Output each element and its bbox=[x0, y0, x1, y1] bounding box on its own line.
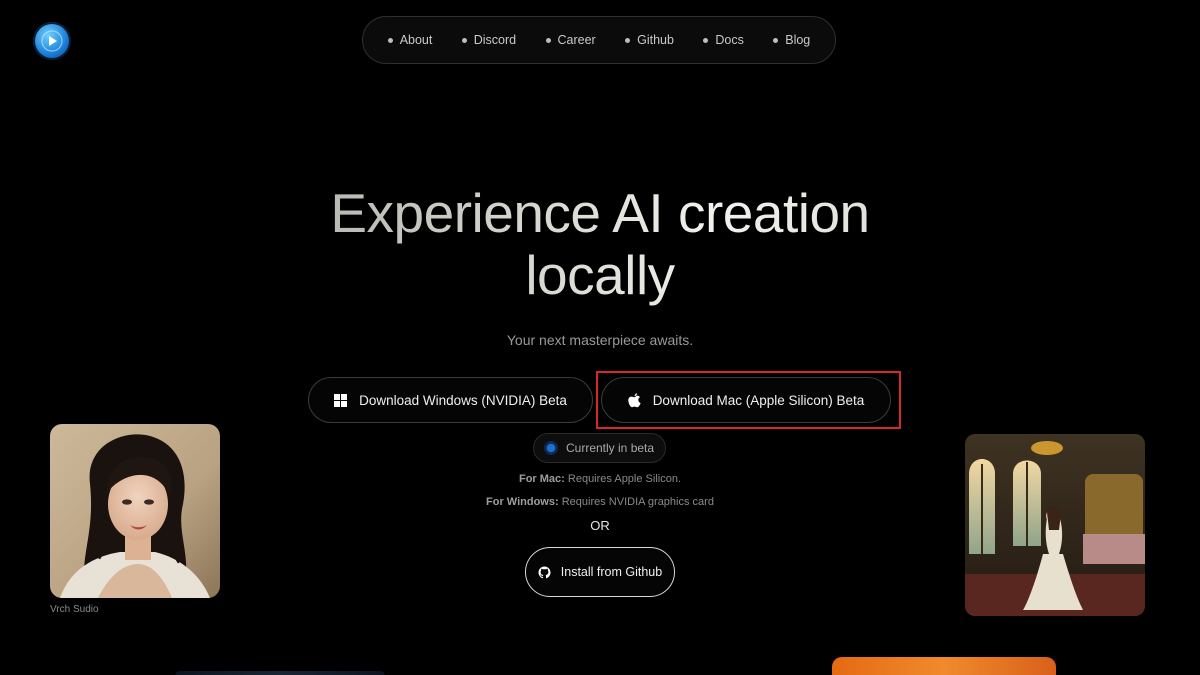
hero-subtitle: Your next masterpiece awaits. bbox=[506, 332, 694, 348]
nav-item-label: Discord bbox=[473, 33, 517, 47]
mac-requirement-prefix: For Mac: bbox=[518, 473, 565, 485]
download-windows-label: Download Windows (NVIDIA) Beta bbox=[359, 392, 567, 408]
nav-item-docs[interactable]: Docs bbox=[703, 33, 744, 47]
windows-requirement-text: Requires NVIDIA graphics card bbox=[558, 496, 714, 508]
nav-item-discord[interactable]: Discord bbox=[461, 33, 517, 47]
hero-title: Experience AI creation locally bbox=[0, 182, 1200, 306]
room-image bbox=[965, 434, 1145, 616]
nav-item-label: Blog bbox=[785, 33, 811, 47]
nav-item-about[interactable]: About bbox=[387, 33, 433, 47]
bullet-icon bbox=[625, 37, 631, 43]
portrait-caption: Vrch Sudio bbox=[50, 604, 99, 615]
bullet-icon bbox=[387, 37, 393, 43]
install-github-button[interactable]: Install from Github bbox=[525, 547, 675, 597]
nav-item-career[interactable]: Career bbox=[545, 33, 596, 47]
mac-requirement-text: Requires Apple Silicon. bbox=[564, 473, 682, 485]
bullet-icon bbox=[461, 37, 467, 43]
bullet-icon bbox=[703, 37, 709, 43]
nav-item-blog[interactable]: Blog bbox=[773, 33, 810, 47]
hero-title-line-1: Experience AI creation bbox=[330, 182, 870, 244]
apple-icon bbox=[627, 392, 641, 407]
hero-title-line-2: locally bbox=[525, 244, 675, 306]
github-icon bbox=[538, 566, 551, 578]
bullet-icon bbox=[545, 37, 551, 43]
nav-item-label: Docs bbox=[715, 33, 744, 47]
bottom-card-right bbox=[832, 657, 1056, 675]
download-mac-button[interactable]: Download Mac (Apple Silicon) Beta bbox=[601, 377, 891, 423]
beta-status-icon bbox=[544, 441, 558, 455]
portrait-image bbox=[50, 424, 220, 598]
nav-item-label: Github bbox=[637, 33, 674, 47]
beta-status-badge: Currently in beta bbox=[533, 433, 666, 463]
nav-item-label: Career bbox=[557, 33, 596, 47]
play-logo-icon[interactable] bbox=[33, 22, 71, 60]
install-github-label: Install from Github bbox=[560, 565, 663, 579]
top-nav: About Discord Career Github Docs Blog bbox=[362, 16, 836, 64]
bottom-card-left bbox=[175, 671, 385, 675]
nav-item-label: About bbox=[399, 33, 433, 47]
download-windows-button[interactable]: Download Windows (NVIDIA) Beta bbox=[308, 377, 593, 423]
beta-status-label: Currently in beta bbox=[566, 441, 655, 455]
windows-icon bbox=[334, 393, 348, 407]
download-mac-label: Download Mac (Apple Silicon) Beta bbox=[652, 392, 865, 408]
page: About Discord Career Github Docs Blog Ex… bbox=[0, 0, 1200, 675]
nav-item-github[interactable]: Github bbox=[625, 33, 674, 47]
bullet-icon bbox=[773, 37, 779, 43]
windows-requirement-prefix: For Windows: bbox=[486, 496, 559, 508]
